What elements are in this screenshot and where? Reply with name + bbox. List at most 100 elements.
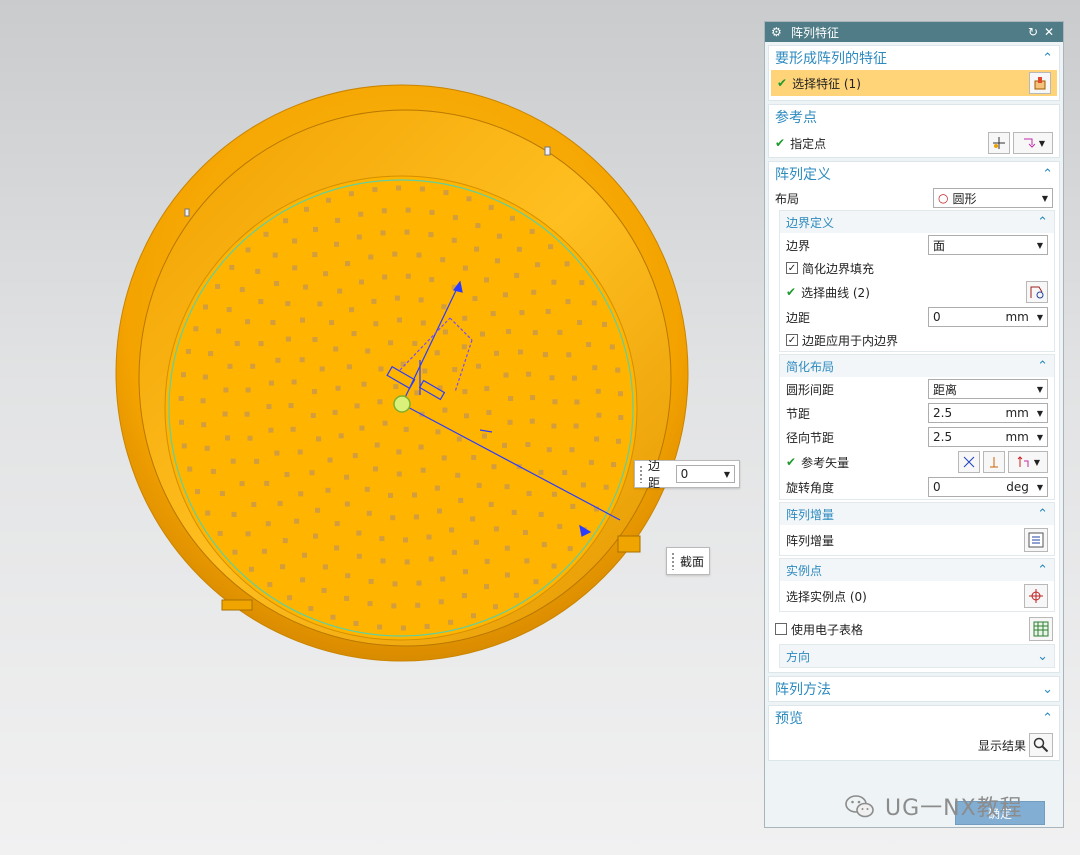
layout-select[interactable]: ○ 圆形 ▼ <box>933 188 1053 208</box>
apply-inner-checkbox[interactable]: ✓ <box>786 334 798 346</box>
spreadsheet-checkbox[interactable] <box>775 623 787 635</box>
spreadsheet-row[interactable]: 使用电子表格 <box>769 614 1059 644</box>
pitch-unit: mm <box>1005 406 1029 420</box>
pattern-hole <box>506 329 512 334</box>
dialog-titlebar[interactable]: ⚙ 阵列特征 ↻ ✕ <box>765 22 1063 42</box>
pattern-hole <box>392 251 398 257</box>
curve-select-icon[interactable] <box>1026 281 1048 303</box>
increment-table-icon[interactable] <box>1024 528 1048 552</box>
pattern-hole <box>368 578 374 584</box>
point-type-dropdown[interactable]: ▼ <box>1013 132 1053 154</box>
drag-handle-icon[interactable] <box>671 552 675 570</box>
rotation-input[interactable]: 0 deg ▼ <box>928 477 1048 497</box>
pitch-row: 节距 2.5 mm ▼ <box>780 401 1054 425</box>
refresh-icon[interactable]: ↻ <box>1025 25 1041 39</box>
pitch-input[interactable]: 2.5 mm ▼ <box>928 403 1048 423</box>
select-instance-row[interactable]: 选择实例点 (0) <box>780 581 1054 611</box>
apply-inner-row[interactable]: ✓ 边距应用于内边界 <box>780 329 1054 351</box>
feature-select-icon[interactable] <box>1029 72 1051 94</box>
pattern-hole <box>442 329 448 335</box>
pattern-hole <box>462 265 468 271</box>
pattern-hole <box>458 497 464 503</box>
circ-spacing-row: 圆形间距 距离 ▼ <box>780 377 1054 401</box>
instance-points-header[interactable]: 实例点 ⌃ <box>780 559 1054 581</box>
spreadsheet-icon[interactable] <box>1029 617 1053 641</box>
pattern-hole <box>546 447 552 453</box>
radial-pitch-input[interactable]: 2.5 mm ▼ <box>928 427 1048 447</box>
pattern-hole <box>551 491 557 497</box>
preview-title: 预览 <box>775 711 803 727</box>
pattern-hole <box>285 336 291 342</box>
close-icon[interactable]: ✕ <box>1041 25 1057 39</box>
section-float-box[interactable]: 截面 <box>666 547 710 575</box>
pattern-hole <box>586 342 592 348</box>
crosshair-icon[interactable] <box>1024 584 1048 608</box>
pattern-hole <box>284 472 290 477</box>
pattern-hole <box>251 502 257 507</box>
magnifier-icon[interactable] <box>1029 733 1053 757</box>
pattern-hole <box>292 265 298 271</box>
pattern-hole <box>226 307 232 313</box>
pattern-hole <box>494 350 499 356</box>
features-group: 要形成阵列的特征 ⌃ ✔ 选择特征 (1) <box>768 45 1060 101</box>
pattern-hole <box>359 425 365 431</box>
pattern-definition-header[interactable]: 阵列定义 ⌃ <box>769 162 1059 186</box>
pattern-hole <box>200 398 206 404</box>
pattern-hole <box>571 375 577 381</box>
pattern-hole <box>484 558 490 564</box>
pattern-hole <box>429 209 435 215</box>
pattern-hole <box>567 546 573 552</box>
drag-handle-icon[interactable] <box>639 465 643 483</box>
direction-header[interactable]: 方向 ⌄ <box>780 645 1054 667</box>
increment-header[interactable]: 阵列增量 ⌃ <box>780 503 1054 525</box>
pattern-hole <box>373 466 378 472</box>
reverse-direction-icon[interactable] <box>958 451 980 473</box>
part-model[interactable] <box>0 0 760 855</box>
pattern-hole <box>394 295 400 301</box>
margin-input[interactable]: 0 mm ▼ <box>928 307 1048 327</box>
pattern-hole <box>573 423 579 429</box>
pattern-hole <box>462 389 468 395</box>
pattern-hole <box>239 287 245 293</box>
pattern-definition-group: 阵列定义 ⌃ 布局 ○ 圆形 ▼ 边界定义 ⌃ 边界 面 ▼ ✓ 简化边界填充 … <box>768 161 1060 673</box>
margin-float-select[interactable]: 0 ▼ <box>675 465 735 483</box>
pattern-hole <box>297 449 303 455</box>
pattern-hole <box>511 509 517 515</box>
simplify-fill-checkbox[interactable]: ✓ <box>786 262 798 274</box>
boundary-definition-section: 边界定义 ⌃ 边界 面 ▼ ✓ 简化边界填充 ✔ 选择曲线 (2) 边距 0 m… <box>779 210 1055 352</box>
boundary-definition-header[interactable]: 边界定义 ⌃ <box>780 211 1054 233</box>
pattern-hole <box>282 538 288 544</box>
simplify-fill-row[interactable]: ✓ 简化边界填充 <box>780 257 1054 279</box>
graphics-viewport[interactable]: 边距 0 ▼ 截面 <box>0 0 760 855</box>
select-feature-row[interactable]: ✔ 选择特征 (1) <box>771 70 1057 96</box>
select-curve-row[interactable]: ✔ 选择曲线 (2) <box>780 279 1054 305</box>
boundary-select[interactable]: 面 ▼ <box>928 235 1048 255</box>
pattern-hole <box>268 380 274 386</box>
simplified-layout-header[interactable]: 简化布局 ⌃ <box>780 355 1054 377</box>
pattern-hole <box>310 413 316 418</box>
reference-point-header[interactable]: 参考点 <box>769 105 1059 129</box>
pattern-hole <box>451 549 457 555</box>
pattern-hole <box>441 455 447 461</box>
specify-point-row[interactable]: ✔ 指定点 ▼ <box>769 129 1059 157</box>
pattern-hole <box>356 234 362 240</box>
point-dialog-icon[interactable] <box>988 132 1010 154</box>
ref-vector-row[interactable]: ✔ 参考矢量 ▼ <box>780 449 1054 475</box>
vector-type-dropdown[interactable]: ▼ <box>1008 451 1048 473</box>
preview-header[interactable]: 预览 ⌃ <box>769 706 1059 730</box>
pattern-hole <box>366 510 372 516</box>
pattern-hole <box>205 510 211 516</box>
pattern-hole <box>230 458 236 464</box>
pattern-hole <box>422 368 428 374</box>
pattern-method-header[interactable]: 阵列方法 ⌄ <box>769 677 1059 701</box>
pattern-hole <box>551 279 557 285</box>
pitch-value: 2.5 <box>933 406 953 420</box>
layout-label: 布局 <box>775 191 800 206</box>
circ-spacing-select[interactable]: 距离 ▼ <box>928 379 1048 399</box>
pattern-hole <box>325 487 331 493</box>
features-group-header[interactable]: 要形成阵列的特征 ⌃ <box>769 46 1059 70</box>
margin-float-box[interactable]: 边距 0 ▼ <box>634 459 740 490</box>
pattern-hole <box>456 436 462 442</box>
pattern-hole <box>334 241 339 247</box>
vector-dialog-icon[interactable] <box>983 451 1005 473</box>
